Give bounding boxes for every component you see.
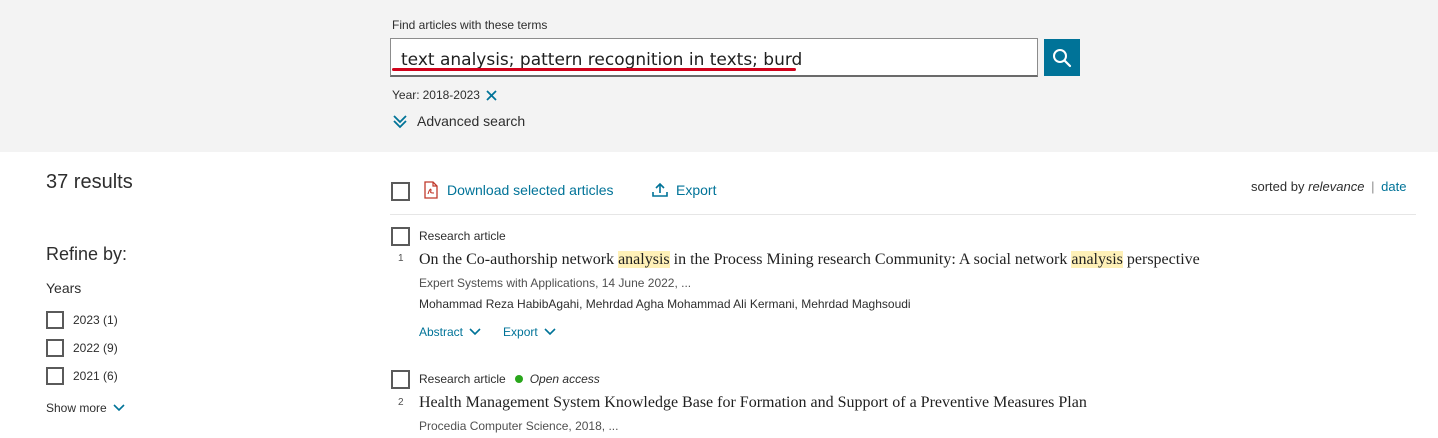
search-panel: Find articles with these terms Year: 201…	[0, 0, 1438, 152]
year-filter-2021[interactable]: 2021 (6)	[46, 367, 118, 385]
advanced-search-link[interactable]: Advanced search	[392, 113, 525, 129]
year-option-label: 2022 (9)	[73, 341, 118, 355]
export-label: Export	[676, 182, 717, 198]
sort-separator: |	[1371, 179, 1375, 194]
year-filter-chip: Year: 2018-2023	[392, 88, 497, 102]
year-filter-2022[interactable]: 2022 (9)	[46, 339, 118, 357]
result-export-label: Export	[503, 325, 538, 339]
year-option-label: 2023 (1)	[73, 313, 118, 327]
export-icon	[652, 182, 668, 197]
years-heading: Years	[46, 280, 82, 296]
article-type: Research article	[419, 229, 506, 243]
year-filter-label: Year:	[392, 88, 420, 102]
article-type-row: Research article Open access	[419, 372, 600, 386]
chevron-down-icon	[113, 404, 125, 412]
result-title[interactable]: Health Management System Knowledge Base …	[419, 394, 1087, 412]
chevron-down-icon	[544, 328, 556, 336]
close-icon[interactable]	[486, 89, 497, 101]
sort-date-link[interactable]: date	[1381, 179, 1406, 194]
article-type: Research article	[419, 372, 506, 386]
refine-heading: Refine by:	[46, 244, 128, 264]
title-part: in the Process Mining research Community…	[669, 251, 1072, 268]
sort-relevance[interactable]: relevance	[1308, 179, 1364, 194]
search-button[interactable]	[1044, 39, 1080, 76]
result-title[interactable]: On the Co-authorship network analysis in…	[419, 251, 1200, 269]
result-actions: Abstract Export	[419, 325, 578, 339]
open-access-dot-icon	[514, 375, 523, 383]
export-button[interactable]: Export	[652, 182, 716, 198]
result-source: Expert Systems with Applications, 14 Jun…	[419, 276, 692, 290]
sort-prefix: sorted by	[1251, 179, 1305, 194]
chevron-down-icon	[469, 328, 481, 336]
select-all-checkbox[interactable]	[391, 182, 410, 201]
year-option-label: 2021 (6)	[73, 369, 118, 383]
year-filter-2023[interactable]: 2023 (1)	[46, 311, 118, 329]
abstract-toggle[interactable]: Abstract	[419, 325, 481, 339]
title-highlight: analysis	[618, 251, 670, 268]
download-selected-button[interactable]: Download selected articles	[423, 181, 614, 199]
title-part: On the Co-authorship network	[419, 251, 619, 268]
result-number: 2	[398, 397, 404, 408]
double-chevron-down-icon	[393, 115, 407, 129]
show-more-label: Show more	[46, 401, 107, 415]
result-source: Procedia Computer Science, 2018, ...	[419, 419, 619, 433]
title-highlight: analysis	[1071, 251, 1123, 268]
checkbox[interactable]	[46, 311, 64, 329]
search-label: Find articles with these terms	[392, 18, 548, 32]
result-checkbox[interactable]	[391, 227, 410, 246]
annotation-underline	[392, 68, 796, 71]
result-export-toggle[interactable]: Export	[503, 325, 556, 339]
result-authors: Mohammad Reza HabibAgahi, Mehrdad Agha M…	[419, 297, 911, 311]
result-checkbox[interactable]	[391, 370, 410, 389]
result-number: 1	[398, 253, 404, 264]
search-input[interactable]	[390, 38, 1038, 77]
show-more-link[interactable]: Show more	[46, 401, 125, 415]
results-count: 37 results	[46, 171, 133, 193]
divider	[390, 214, 1416, 215]
checkbox[interactable]	[46, 367, 64, 385]
year-filter-value: 2018-2023	[422, 88, 480, 102]
pdf-icon	[424, 181, 438, 199]
download-label: Download selected articles	[447, 182, 614, 198]
sort-control: sorted by relevance | date	[1251, 179, 1406, 194]
open-access-label: Open access	[529, 372, 600, 386]
search-icon	[1053, 48, 1072, 67]
title-part: perspective	[1122, 251, 1200, 268]
checkbox[interactable]	[46, 339, 64, 357]
advanced-search-label: Advanced search	[417, 113, 526, 129]
abstract-label: Abstract	[419, 325, 464, 339]
